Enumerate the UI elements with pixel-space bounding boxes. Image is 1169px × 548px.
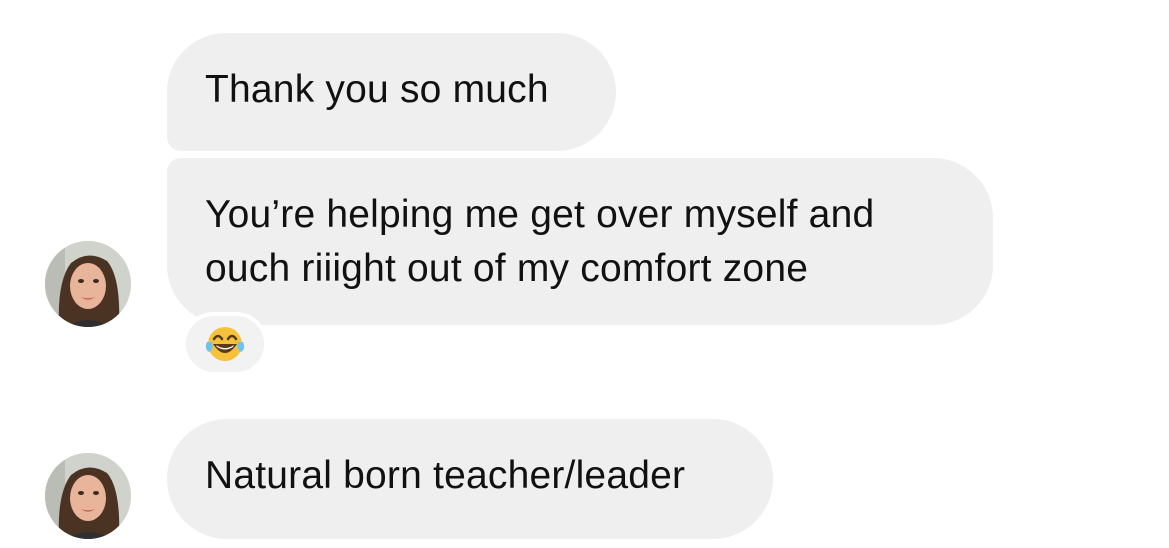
contact-avatar[interactable] bbox=[45, 453, 131, 539]
message-text: Natural born teacher/leader bbox=[205, 454, 686, 497]
avatar-photo bbox=[45, 241, 131, 327]
message-text-line-1: You’re helping me get over myself and bbox=[205, 193, 875, 236]
message-bubble-thank-you[interactable]: Thank you so much bbox=[167, 33, 616, 151]
message-text: Thank you so much bbox=[205, 68, 549, 111]
reaction-badge[interactable] bbox=[182, 312, 268, 376]
message-bubble-comfort-zone[interactable]: You’re helping me get over myself and ou… bbox=[167, 158, 993, 325]
contact-avatar[interactable] bbox=[45, 241, 131, 327]
message-text-line-2: ouch riiight out of my comfort zone bbox=[205, 247, 809, 290]
message-bubble-natural-born[interactable]: Natural born teacher/leader bbox=[167, 419, 773, 539]
avatar-photo bbox=[45, 453, 131, 539]
face-with-tears-of-joy-icon bbox=[205, 327, 245, 361]
